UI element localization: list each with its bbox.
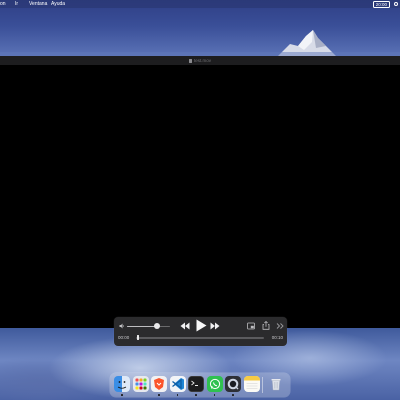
- control-center-icon[interactable]: [394, 2, 398, 6]
- volume-level: [127, 325, 158, 327]
- running-indicator: [232, 394, 234, 396]
- whatsapp-icon[interactable]: [206, 376, 223, 392]
- vscode-icon[interactable]: [169, 376, 186, 392]
- fast-forward-button[interactable]: [210, 321, 220, 331]
- share-icon[interactable]: [262, 321, 270, 330]
- menu-item-ir[interactable]: Ir: [15, 0, 18, 8]
- running-indicator: [195, 394, 197, 396]
- notes-icon[interactable]: [243, 376, 260, 392]
- play-button[interactable]: [195, 319, 207, 332]
- terminal-icon[interactable]: [188, 376, 204, 392]
- speaker-icon[interactable]: [119, 323, 125, 329]
- timeline-scrubber[interactable]: [136, 337, 264, 339]
- rewind-button[interactable]: [180, 321, 190, 331]
- mountain-peak-image: [0, 30, 400, 58]
- brave-browser-icon[interactable]: [151, 376, 167, 392]
- menubar-clock[interactable]: 20:00: [372, 1, 390, 8]
- document-icon: [188, 58, 192, 63]
- window-titlebar[interactable]: test.mov: [0, 56, 400, 65]
- running-indicator: [121, 394, 123, 396]
- dock-separator: [262, 377, 263, 393]
- more-options-icon[interactable]: [276, 322, 284, 330]
- playhead[interactable]: [137, 335, 139, 340]
- time-elapsed: 00:00: [118, 335, 130, 340]
- quicktime-player-window: test.mov 00:00 00:10: [0, 56, 400, 346]
- video-canvas[interactable]: [0, 65, 400, 328]
- volume-knob[interactable]: [154, 323, 161, 329]
- quicktime-icon[interactable]: [225, 376, 241, 392]
- desktop-wallpaper-top: [0, 0, 400, 58]
- window-title: test.mov: [193, 58, 211, 63]
- menu-bar: on Ir Ventana Ayuda 20:00: [0, 0, 400, 8]
- time-remaining: 00:10: [271, 335, 283, 340]
- running-indicator: [158, 394, 160, 396]
- menu-item-ventana[interactable]: Ventana: [29, 0, 47, 8]
- playback-controls: 00:00 00:10: [114, 317, 287, 346]
- finder-icon[interactable]: [114, 376, 130, 392]
- launchpad-icon[interactable]: [132, 376, 149, 392]
- picture-in-picture-icon[interactable]: [247, 322, 255, 330]
- menu-item-archivo[interactable]: on: [0, 0, 6, 8]
- volume-slider[interactable]: [127, 325, 170, 327]
- trash-icon[interactable]: [268, 376, 284, 392]
- menu-item-ayuda[interactable]: Ayuda: [51, 0, 65, 8]
